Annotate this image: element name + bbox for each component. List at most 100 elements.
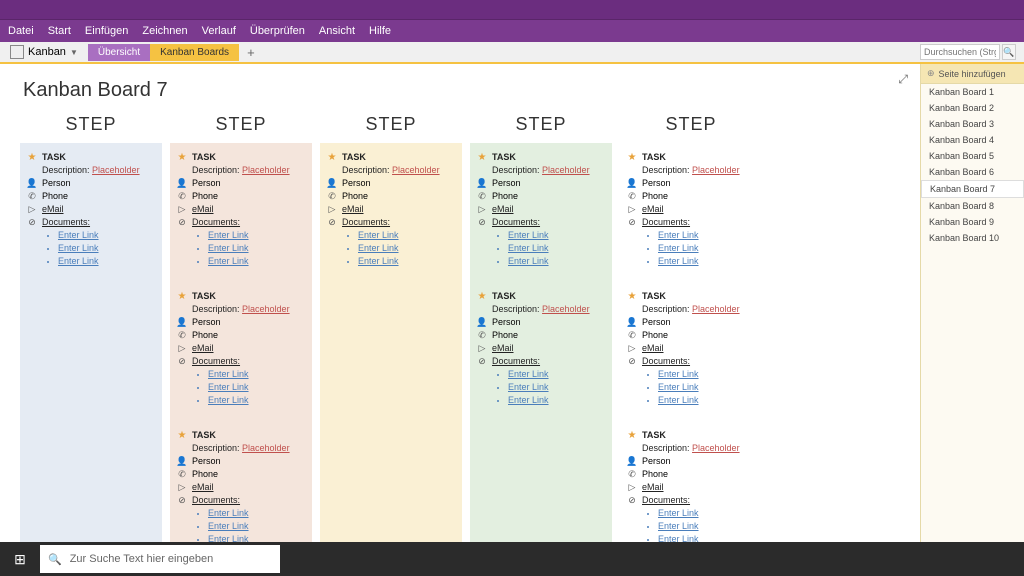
task-card[interactable]: ★TASKDescription: Placeholder👤Person✆Pho… [174,288,308,409]
phone-field[interactable]: Phone [642,468,668,481]
page-list-item[interactable]: Kanban Board 7 [921,180,1024,198]
person-field[interactable]: Person [42,177,71,190]
email-field[interactable]: eMail [492,342,514,355]
task-card[interactable]: ★TASKDescription: Placeholder👤Person✆Pho… [324,149,458,270]
document-link[interactable]: Enter Link [208,256,249,266]
document-link[interactable]: Enter Link [208,521,249,531]
task-card[interactable]: ★TASKDescription: Placeholder👤Person✆Pho… [474,149,608,270]
person-field[interactable]: Person [642,177,671,190]
email-field[interactable]: eMail [192,342,214,355]
document-link[interactable]: Enter Link [658,256,699,266]
start-button[interactable]: ⊞ [0,542,40,576]
menu-hilfe[interactable]: Hilfe [369,25,391,37]
document-link[interactable]: Enter Link [658,369,699,379]
document-link[interactable]: Enter Link [208,508,249,518]
document-link[interactable]: Enter Link [658,382,699,392]
description-value[interactable]: Placeholder [92,165,140,175]
document-link[interactable]: Enter Link [208,243,249,253]
page-list-item[interactable]: Kanban Board 5 [921,148,1024,164]
email-field[interactable]: eMail [642,481,664,494]
description-value[interactable]: Placeholder [392,165,440,175]
document-link[interactable]: Enter Link [208,230,249,240]
page-list-item[interactable]: Kanban Board 10 [921,230,1024,246]
description-value[interactable]: Placeholder [692,165,740,175]
person-field[interactable]: Person [342,177,371,190]
email-field[interactable]: eMail [492,203,514,216]
task-card[interactable]: ★TASKDescription: Placeholder👤Person✆Pho… [174,149,308,270]
email-field[interactable]: eMail [342,203,364,216]
phone-field[interactable]: Phone [192,190,218,203]
section-tab[interactable]: Übersicht [88,44,150,61]
email-field[interactable]: eMail [192,203,214,216]
task-card[interactable]: ★TASKDescription: Placeholder👤Person✆Pho… [174,427,308,542]
page-list-item[interactable]: Kanban Board 8 [921,198,1024,214]
description-value[interactable]: Placeholder [692,304,740,314]
phone-field[interactable]: Phone [42,190,68,203]
page-list-item[interactable]: Kanban Board 9 [921,214,1024,230]
document-link[interactable]: Enter Link [508,230,549,240]
document-link[interactable]: Enter Link [658,395,699,405]
page-list-item[interactable]: Kanban Board 2 [921,100,1024,116]
document-link[interactable]: Enter Link [208,382,249,392]
document-link[interactable]: Enter Link [358,230,399,240]
notebook-selector[interactable]: Kanban ▼ [0,45,88,59]
document-link[interactable]: Enter Link [508,256,549,266]
page-list-item[interactable]: Kanban Board 6 [921,164,1024,180]
menu-verlauf[interactable]: Verlauf [202,25,236,37]
menu-ansicht[interactable]: Ansicht [319,25,355,37]
email-field[interactable]: eMail [42,203,64,216]
menu-start[interactable]: Start [48,25,71,37]
document-link[interactable]: Enter Link [58,230,99,240]
document-link[interactable]: Enter Link [658,534,699,542]
phone-field[interactable]: Phone [192,468,218,481]
page-canvas[interactable]: ⤢ Kanban Board 7 STEP ★TASKDescription: P… [0,64,920,542]
email-field[interactable]: eMail [192,481,214,494]
document-link[interactable]: Enter Link [508,382,549,392]
add-page-button[interactable]: ⊕ Seite hinzufügen [921,64,1024,84]
task-card[interactable]: ★TASKDescription: Placeholder👤Person✆Pho… [624,427,758,542]
description-value[interactable]: Placeholder [242,165,290,175]
document-link[interactable]: Enter Link [508,243,549,253]
document-link[interactable]: Enter Link [208,395,249,405]
document-link[interactable]: Enter Link [208,369,249,379]
phone-field[interactable]: Phone [492,190,518,203]
person-field[interactable]: Person [492,316,521,329]
menu-einfügen[interactable]: Einfügen [85,25,128,37]
column-body[interactable]: ★TASKDescription: Placeholder👤Person✆Pho… [620,143,762,542]
document-link[interactable]: Enter Link [658,508,699,518]
description-value[interactable]: Placeholder [692,443,740,453]
document-link[interactable]: Enter Link [658,521,699,531]
page-list-item[interactable]: Kanban Board 4 [921,132,1024,148]
person-field[interactable]: Person [642,316,671,329]
section-tab[interactable]: Kanban Boards [150,44,239,61]
phone-field[interactable]: Phone [492,329,518,342]
person-field[interactable]: Person [192,316,221,329]
description-value[interactable]: Placeholder [242,304,290,314]
column-heading[interactable]: STEP [470,114,612,135]
task-card[interactable]: ★TASKDescription: Placeholder👤Person✆Pho… [624,149,758,270]
document-link[interactable]: Enter Link [358,256,399,266]
document-link[interactable]: Enter Link [58,243,99,253]
person-field[interactable]: Person [642,455,671,468]
document-link[interactable]: Enter Link [658,243,699,253]
email-field[interactable]: eMail [642,203,664,216]
column-body[interactable]: ★TASKDescription: Placeholder👤Person✆Pho… [470,143,612,542]
description-value[interactable]: Placeholder [542,165,590,175]
menu-überprüfen[interactable]: Überprüfen [250,25,305,37]
taskbar-search[interactable]: 🔍 Zur Suche Text hier eingeben [40,545,280,573]
document-link[interactable]: Enter Link [58,256,99,266]
document-link[interactable]: Enter Link [358,243,399,253]
column-heading[interactable]: STEP [320,114,462,135]
description-value[interactable]: Placeholder [542,304,590,314]
fullscreen-icon[interactable]: ⤢ [898,72,908,87]
column-body[interactable]: ★TASKDescription: Placeholder👤Person✆Pho… [170,143,312,542]
email-field[interactable]: eMail [642,342,664,355]
document-link[interactable]: Enter Link [508,395,549,405]
task-card[interactable]: ★TASKDescription: Placeholder👤Person✆Pho… [624,288,758,409]
column-heading[interactable]: STEP [620,114,762,135]
column-body[interactable]: ★TASKDescription: Placeholder👤Person✆Pho… [20,143,162,542]
page-title[interactable]: Kanban Board 7 [23,79,900,102]
menu-zeichnen[interactable]: Zeichnen [142,25,187,37]
column-heading[interactable]: STEP [20,114,162,135]
task-card[interactable]: ★TASKDescription: Placeholder👤Person✆Pho… [24,149,158,270]
